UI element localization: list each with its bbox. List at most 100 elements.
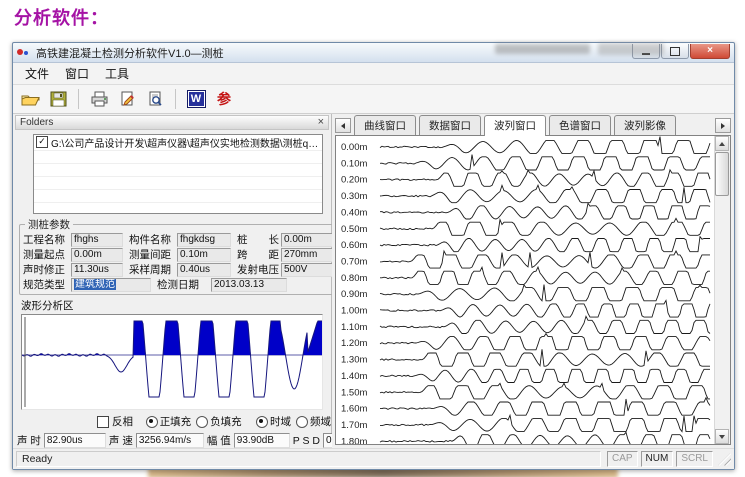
wave-row: 0.60m <box>341 237 710 252</box>
save-button[interactable] <box>48 89 68 109</box>
minimize-button[interactable] <box>632 44 660 59</box>
print-edit-button[interactable] <box>117 89 137 109</box>
time-domain-radio[interactable]: 时域 <box>256 414 291 429</box>
scroll-indicator: SCRL <box>676 451 713 467</box>
parameters-button[interactable]: 参 <box>214 89 234 109</box>
positive-fill-radio[interactable]: 正填充 <box>146 414 192 429</box>
folders-close-icon[interactable]: × <box>318 117 324 127</box>
wave-row: 0.00m <box>341 137 710 154</box>
scrollbar-thumb[interactable] <box>715 152 729 196</box>
tab-colormap-window[interactable]: 色谱窗口 <box>549 115 611 135</box>
folder-item-path: G:\公司产品设计开发\超声仪器\超声仪实地检测数据\测桩qd\qd03\qd0… <box>51 135 320 150</box>
tab-scroll-right-button[interactable] <box>715 118 731 133</box>
wave-row: 1.60m <box>341 398 710 416</box>
params-row: 测量起点 0.00m 测量间距 0.10m 跨 距 270mm <box>23 247 343 262</box>
params-row: 规范类型 建筑规范 检测日期 2013.03.13 <box>23 277 343 292</box>
tab-wavetrain-window[interactable]: 波列窗口 <box>484 115 546 136</box>
sound-speed-field[interactable]: 3256.94m/s <box>136 433 204 448</box>
word-export-button[interactable]: W <box>186 89 206 109</box>
project-name-field: fhghs <box>71 233 123 247</box>
vertical-scrollbar[interactable] <box>714 136 730 444</box>
standard-type-field: 建筑规范 <box>71 278 151 292</box>
analysis-waveform <box>22 315 322 409</box>
waveform-controls: ✓ 反相 正填充 负填充 时域 <box>13 414 331 429</box>
toolbar-separator <box>175 89 176 109</box>
sound-time-field[interactable]: 82.90us <box>44 433 106 448</box>
wavetrain-view[interactable]: 0.00m0.10m0.20m0.30m0.40m0.50m0.60m0.70m… <box>335 135 731 445</box>
tab-data-window[interactable]: 数据窗口 <box>419 115 481 135</box>
open-folder-button[interactable] <box>20 89 40 109</box>
positive-fill-label: 正填充 <box>160 414 192 429</box>
field-label: 发射电压 <box>237 262 281 277</box>
folders-panel-title: Folders <box>20 117 53 128</box>
wave-row: 1.10m <box>341 316 710 333</box>
negative-fill-label: 负填充 <box>210 414 242 429</box>
wave-row: 0.40m <box>341 203 710 219</box>
negative-fill-radio[interactable]: 负填充 <box>196 414 242 429</box>
open-folder-icon <box>21 91 40 107</box>
print-button[interactable] <box>89 89 109 109</box>
tab-scroll-left-button[interactable] <box>335 118 351 133</box>
folders-panel: Folders × ✓ G:\公司产品设计开发\超声仪器\超声仪实地检测数据\测… <box>13 114 332 448</box>
freq-domain-radio[interactable]: 频域 <box>296 414 331 429</box>
window-titlebar: 高铁建混凝土检测分析软件V1.0—测桩 × <box>13 43 734 63</box>
wave-trace <box>380 170 710 186</box>
page-heading: 分析软件： <box>14 4 109 30</box>
readouts-row: 声 时 82.90us 声 速 3256.94m/s 幅 值 93.90dB P… <box>17 433 329 448</box>
time-domain-label: 时域 <box>270 414 291 429</box>
menu-item-tools[interactable]: 工具 <box>97 63 137 84</box>
app-icon <box>17 47 33 58</box>
wave-trace <box>380 432 710 445</box>
field-label: 检测日期 <box>157 277 211 292</box>
menu-item-file[interactable]: 文件 <box>17 63 57 84</box>
wave-row: 1.80m <box>341 432 710 445</box>
sample-period-field: 0.40us <box>177 263 231 277</box>
depth-label: 1.50m <box>341 387 367 398</box>
close-icon: × <box>707 46 713 56</box>
wave-trace <box>380 218 710 235</box>
folders-list[interactable]: ✓ G:\公司产品设计开发\超声仪器\超声仪实地检测数据\测桩qd\qd03\q… <box>33 134 323 214</box>
measure-interval-field: 0.10m <box>177 248 231 262</box>
params-row: 工程名称 fhghs 构件名称 fhgkdsg 桩 长 0.00m <box>23 232 343 247</box>
folder-item-checkbox[interactable]: ✓ <box>36 136 48 148</box>
amplitude-field[interactable]: 93.90dB <box>234 433 290 448</box>
field-label: 跨 距 <box>237 247 281 262</box>
radio-icon <box>196 416 208 428</box>
wave-row: 0.90m <box>341 285 710 301</box>
chevron-right-icon <box>721 123 725 129</box>
num-indicator: NUM <box>641 451 674 467</box>
resize-grip[interactable] <box>718 453 731 466</box>
selected-text: 建筑规范 <box>74 279 116 290</box>
wave-trace <box>380 369 710 382</box>
arrow-up-icon <box>719 142 725 146</box>
depth-label: 1.10m <box>341 322 367 333</box>
wave-row: 0.70m <box>341 251 710 268</box>
wave-trace <box>380 316 710 333</box>
tab-curve-window[interactable]: 曲线窗口 <box>354 115 416 135</box>
analysis-area-label: 波形分析区 <box>21 298 331 313</box>
field-label: 采样周期 <box>129 262 177 277</box>
folder-list-item[interactable]: ✓ G:\公司产品设计开发\超声仪器\超声仪实地检测数据\测桩qd\qd03\q… <box>34 135 322 151</box>
wave-row: 1.70m <box>341 415 710 431</box>
empty-row <box>34 151 322 164</box>
scroll-down-button[interactable] <box>715 429 729 444</box>
close-button[interactable]: × <box>690 44 730 59</box>
scroll-up-button[interactable] <box>715 136 729 151</box>
depth-label: 0.90m <box>341 289 367 300</box>
field-label: 构件名称 <box>129 232 177 247</box>
radio-icon <box>146 416 158 428</box>
checkbox-icon: ✓ <box>97 416 109 428</box>
tab-wavetrain-image[interactable]: 波列影像 <box>614 115 676 135</box>
main-content: Folders × ✓ G:\公司产品设计开发\超声仪器\超声仪实地检测数据\测… <box>13 114 734 448</box>
radio-icon <box>296 416 308 428</box>
depth-label: 0.60m <box>341 240 367 251</box>
empty-row <box>34 190 322 203</box>
print-preview-button[interactable] <box>145 89 165 109</box>
toolbar: W 参 <box>13 85 734 114</box>
params-row: 声时修正 11.30us 采样周期 0.40us 发射电压 500V <box>23 262 343 277</box>
maximize-button[interactable] <box>661 44 689 59</box>
wave-trace <box>380 185 710 203</box>
menu-item-window[interactable]: 窗口 <box>57 63 97 84</box>
wave-trace <box>380 203 710 219</box>
invert-checkbox[interactable]: ✓ 反相 <box>97 414 133 429</box>
